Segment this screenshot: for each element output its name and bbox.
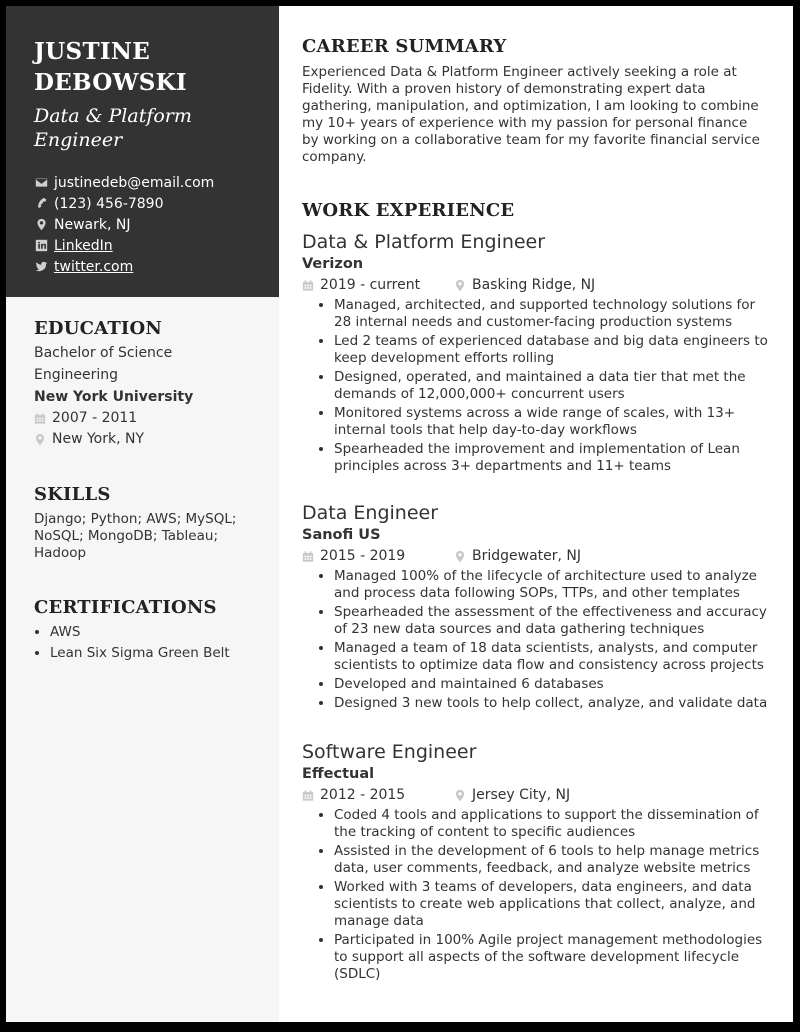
job-meta: 2019 - current Basking Ridge, NJ (302, 275, 772, 295)
candidate-name: JUSTINE DEBOWSKI (34, 36, 187, 98)
job-company: Sanofi US (302, 527, 381, 543)
experience-heading: WORK EXPERIENCE (302, 200, 515, 221)
phone-text[interactable]: (123) 456-7890 (54, 196, 164, 212)
job-bullets: Managed 100% of the lifecycle of archite… (302, 568, 772, 712)
contact-linkedin: LinkedIn (34, 235, 214, 256)
skills-section: SKILLS Django; Python; AWS; MySQL; NoSQL… (34, 484, 264, 562)
name-last: DEBOWSKI (34, 69, 187, 96)
certification-item: Lean Six Sigma Green Belt (50, 643, 230, 664)
job-entry: Data Engineer Sanofi US 2015 - 2019 Brid… (302, 501, 772, 714)
job-title: Software Engineer (302, 741, 477, 763)
job-bullet: Managed, architected, and supported tech… (334, 297, 772, 331)
job-bullet: Worked with 3 teams of developers, data … (334, 879, 772, 930)
job-bullet: Assisted in the development of 6 tools t… (334, 843, 772, 877)
sidebar-header: JUSTINE DEBOWSKI Data & Platform Enginee… (6, 6, 279, 297)
email-text[interactable]: justinedeb@email.com (54, 175, 214, 191)
job-location: Bridgewater, NJ (472, 548, 582, 564)
role-line-2: Engineer (34, 129, 123, 151)
summary-heading: CAREER SUMMARY (302, 36, 507, 57)
job-bullet: Managed 100% of the lifecycle of archite… (334, 568, 772, 602)
job-bullet: Led 2 teams of experienced database and … (334, 333, 772, 367)
job-bullets: Managed, architected, and supported tech… (302, 297, 772, 475)
job-entry: Software Engineer Effectual 2012 - 2015 … (302, 740, 772, 985)
linkedin-icon (34, 239, 48, 253)
job-entry: Data & Platform Engineer Verizon 2019 - … (302, 230, 772, 477)
skills-text: Django; Python; AWS; MySQL; NoSQL; Mongo… (34, 511, 237, 561)
job-dates: 2012 - 2015 (320, 787, 406, 803)
job-dates: 2019 - current (320, 277, 421, 293)
contact-twitter: twitter.com (34, 256, 214, 277)
twitter-link[interactable]: twitter.com (54, 259, 133, 275)
certifications-heading: CERTIFICATIONS (34, 597, 217, 618)
job-company: Effectual (302, 766, 375, 782)
degree-line-1: Bachelor of Science (34, 345, 173, 361)
envelope-icon (34, 176, 48, 190)
education-section: EDUCATION Bachelor of Science Engineerin… (34, 318, 193, 450)
map-pin-icon (35, 433, 45, 446)
job-company: Verizon (302, 256, 364, 272)
job-title: Data Engineer (302, 502, 439, 524)
phone-icon (34, 197, 48, 211)
job-bullet: Managed a team of 18 data scientists, an… (334, 640, 772, 674)
map-pin-icon (455, 789, 465, 801)
map-pin-icon (455, 550, 465, 562)
contact-list: justinedeb@email.com (123) 456-7890 Newa… (34, 172, 214, 277)
job-meta: 2012 - 2015 Jersey City, NJ (302, 785, 772, 805)
job-bullet: Designed 3 new tools to help collect, an… (334, 695, 772, 712)
name-first: JUSTINE (34, 38, 151, 65)
degree-line-2: Engineering (34, 367, 118, 383)
job-bullet: Developed and maintained 6 databases (334, 676, 772, 693)
twitter-icon (34, 260, 48, 274)
job-bullet: Designed, operated, and maintained a dat… (334, 369, 772, 403)
resume-page: JUSTINE DEBOWSKI Data & Platform Enginee… (6, 6, 793, 1022)
role-line-1: Data & Platform (34, 105, 192, 127)
education-heading: EDUCATION (34, 318, 163, 339)
skills-heading: SKILLS (34, 484, 111, 505)
candidate-role: Data & Platform Engineer (34, 104, 192, 152)
job-bullet: Monitored systems across a wide range of… (334, 405, 772, 439)
job-bullet: Coded 4 tools and applications to suppor… (334, 807, 772, 841)
calendar-icon (302, 279, 314, 291)
certification-item: AWS (50, 622, 230, 643)
job-location: Basking Ridge, NJ (472, 277, 596, 293)
map-pin-icon (455, 279, 465, 291)
job-meta: 2015 - 2019 Bridgewater, NJ (302, 546, 772, 566)
calendar-icon (34, 413, 46, 424)
education-dates: 2007 - 2011 (34, 408, 193, 429)
map-pin-icon (34, 218, 48, 232)
contact-location: Newark, NJ (34, 214, 214, 235)
education-location: New York, NY (34, 429, 193, 450)
location-text: Newark, NJ (54, 216, 131, 233)
contact-email: justinedeb@email.com (34, 172, 214, 193)
summary-text: Experienced Data & Platform Engineer act… (302, 64, 760, 165)
calendar-icon (302, 550, 314, 562)
job-bullet: Spearheaded the improvement and implemen… (334, 441, 772, 475)
school-name: New York University (34, 389, 194, 405)
contact-phone: (123) 456-7890 (34, 193, 214, 214)
certifications-section: CERTIFICATIONS AWS Lean Six Sigma Green … (34, 597, 230, 664)
job-bullets: Coded 4 tools and applications to suppor… (302, 807, 772, 983)
job-bullet: Participated in 100% Agile project manag… (334, 932, 772, 983)
linkedin-link[interactable]: LinkedIn (54, 238, 113, 254)
job-title: Data & Platform Engineer (302, 231, 546, 253)
job-location: Jersey City, NJ (472, 787, 571, 803)
job-dates: 2015 - 2019 (320, 548, 406, 564)
certifications-list: AWS Lean Six Sigma Green Belt (34, 622, 230, 664)
sidebar: JUSTINE DEBOWSKI Data & Platform Enginee… (6, 6, 279, 1022)
job-bullet: Spearheaded the assessment of the effect… (334, 604, 772, 638)
calendar-icon (302, 789, 314, 801)
